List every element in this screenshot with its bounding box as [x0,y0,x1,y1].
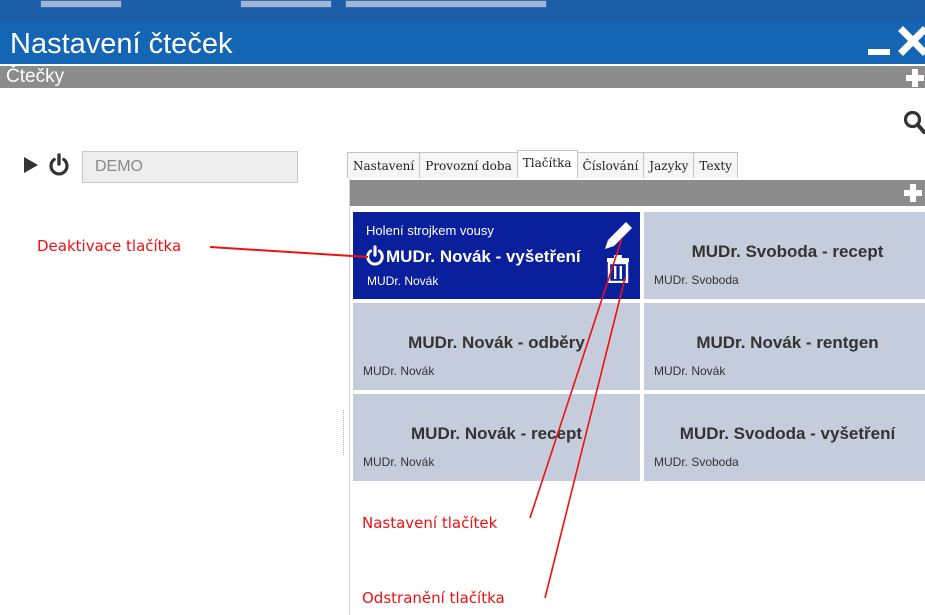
search-icon[interactable] [903,110,925,134]
tile-owner: MUDr. Novák [363,364,435,378]
tab-cislovani[interactable]: Číslování [576,152,645,178]
tab-texty[interactable]: Texty [693,152,738,178]
tab-tlacitka[interactable]: Tlačítka [516,150,578,178]
tile-name: MUDr. Novák - rentgen [696,333,879,352]
tab-jazyky[interactable]: Jazyky [643,152,695,178]
tile-owner: MUDr. Svoboda [654,455,739,469]
button-tile[interactable]: MUDr. Svododa - vyšetření MUDr. Svoboda [644,394,925,481]
pencil-icon[interactable] [602,220,634,250]
tile-name: MUDr. Novák - vyšetření [386,247,581,266]
window-title: Nastavení čteček [10,28,233,60]
annotation-line-deactivate [209,246,369,258]
tile-name: MUDr. Novák - recept [411,424,582,443]
section-title: Čtečky [6,66,65,87]
button-tile[interactable]: MUDr. Novák - odběry MUDr. Novák [353,303,640,390]
plus-icon[interactable] [905,68,925,88]
button-tile[interactable]: Holení strojkem vousy MUDr. Novák - vyše… [353,212,640,299]
tile-owner: MUDr. Novák [367,274,439,288]
tab-provozni-doba[interactable]: Provozní doba [419,152,518,178]
close-icon[interactable] [898,26,925,56]
trash-icon[interactable] [606,255,630,283]
annotation-settings: Nastavení tlačítek [362,514,498,532]
play-icon[interactable] [24,157,38,173]
button-tile[interactable]: MUDr. Novák - rentgen MUDr. Novák [644,303,925,390]
power-icon[interactable] [48,153,70,177]
tile-name: MUDr. Svoboda - recept [691,242,884,261]
power-icon[interactable] [365,245,385,267]
add-button-plus-icon[interactable] [903,183,923,203]
tile-owner: MUDr. Novák [654,364,726,378]
panel-splitter[interactable] [343,410,346,455]
background-window-edge [345,0,547,8]
tile-owner: MUDr. Novák [363,455,435,469]
button-tile[interactable]: MUDr. Novák - recept MUDr. Novák [353,394,640,481]
reader-name-field[interactable] [82,151,298,183]
background-window-edge [40,0,122,8]
minimize-icon[interactable] [868,49,890,55]
tab-nastaveni[interactable]: Nastavení [347,152,421,178]
button-tile[interactable]: MUDr. Svoboda - recept MUDr. Svoboda [644,212,925,299]
tile-name: MUDr. Svododa - vyšetření [679,424,896,443]
tile-subtitle: Holení strojkem vousy [366,223,494,238]
tile-name: MUDr. Novák - odběry [408,333,585,352]
tile-owner: MUDr. Svoboda [654,273,739,287]
annotation-deactivate: Deaktivace tlačítka [37,237,182,255]
tab-bar: Nastavení Provozní doba Tlačítka Číslová… [347,150,738,178]
panel-toolbar [350,180,925,206]
background-window-edge [240,0,332,8]
background-window-strip [0,0,925,22]
annotation-remove: Odstranění tlačítka [362,589,505,607]
section-bar [0,66,925,88]
